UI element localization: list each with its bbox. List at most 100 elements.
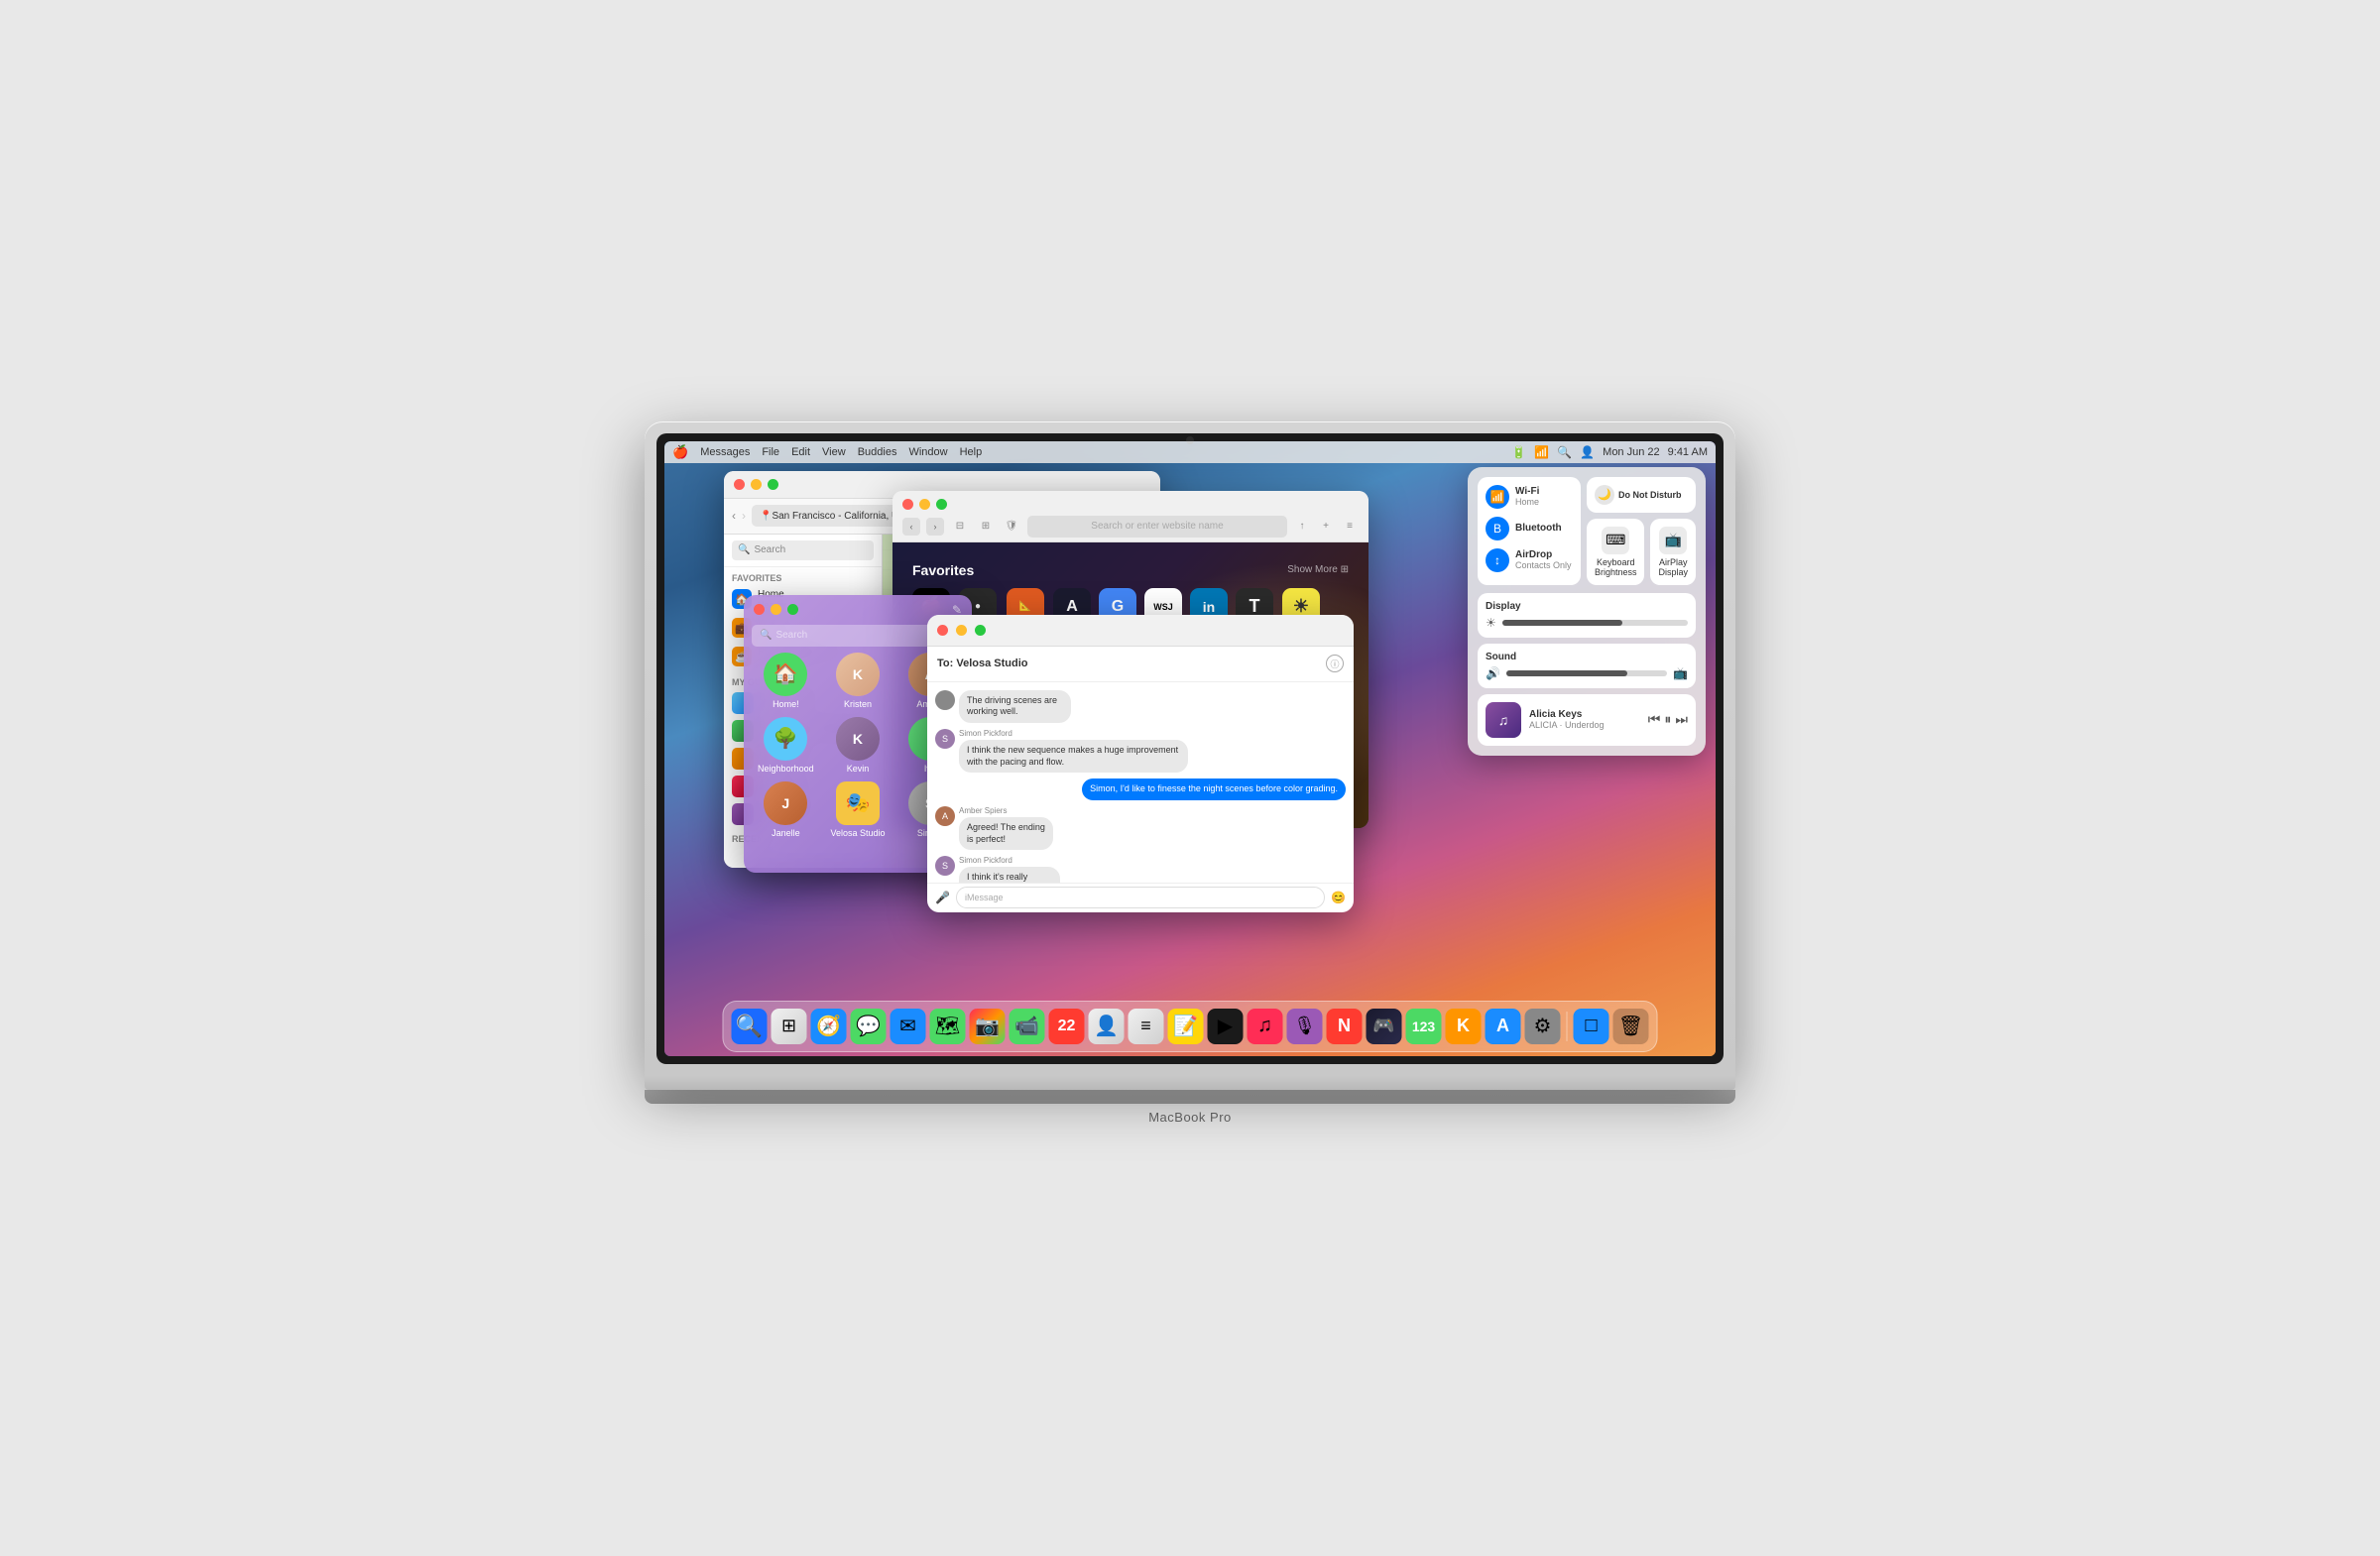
maps-search-bar: 🔍 Search — [724, 535, 882, 567]
messages-min-btn[interactable] — [956, 625, 967, 636]
menubar-file[interactable]: File — [762, 446, 779, 458]
contact-kristen-avatar: K — [836, 653, 880, 696]
cc-brightness-track[interactable] — [1502, 620, 1688, 626]
dock-maps[interactable]: 🗺 — [930, 1009, 966, 1044]
apple-menu[interactable]: 🍎 — [672, 444, 688, 460]
menubar-view[interactable]: View — [822, 446, 846, 458]
contact-velosa-name: Velosa Studio — [830, 828, 885, 838]
cc-next-btn[interactable]: ⏭ — [1675, 711, 1688, 728]
contacts-search-placeholder: Search — [775, 630, 807, 641]
maps-search-placeholder: Search — [754, 544, 785, 555]
cc-keyboard-btn[interactable]: ⌨ Keyboard Brightness — [1587, 519, 1645, 585]
menubar-app-name[interactable]: Messages — [700, 446, 750, 458]
safari-min-btn[interactable] — [919, 499, 930, 510]
dock-mail[interactable]: ✉ — [891, 1009, 926, 1044]
dock-launchpad[interactable]: ⊞ — [772, 1009, 807, 1044]
cc-dnd-module[interactable]: 🌙 Do Not Disturb — [1587, 477, 1696, 513]
maps-forward-icon[interactable]: › — [742, 509, 746, 523]
cc-bluetooth-item[interactable]: B Bluetooth — [1486, 517, 1573, 540]
contact-cell-neighborhood[interactable]: 🌳 Neighborhood — [754, 717, 818, 774]
cc-dnd-content: 🌙 Do Not Disturb — [1595, 485, 1688, 505]
search-icon[interactable]: 🔍 — [1557, 445, 1572, 459]
wifi-icon[interactable]: 📶 — [1534, 445, 1549, 459]
cc-small-btns: ⌨ Keyboard Brightness 📺 AirPlay Display — [1587, 519, 1696, 585]
chat-audio-btn[interactable]: 🎤 — [935, 891, 950, 904]
menubar-right: 🔋 📶 🔍 👤 Mon Jun 22 9:41 AM — [1511, 445, 1708, 459]
safari-forward-btn[interactable]: › — [926, 518, 944, 536]
contact-neighborhood-name: Neighborhood — [758, 764, 814, 774]
dock-sysprefs[interactable]: ⚙ — [1525, 1009, 1561, 1044]
safari-add-btn[interactable]: + — [1317, 518, 1335, 536]
dock-safari[interactable]: 🧭 — [811, 1009, 847, 1044]
cc-airdrop-item[interactable]: ↕ AirDrop Contacts Only — [1486, 548, 1573, 572]
menubar-buddies[interactable]: Buddies — [858, 446, 897, 458]
maps-max-btn[interactable] — [768, 479, 778, 490]
dock-podcasts[interactable]: 🎙 — [1287, 1009, 1323, 1044]
cc-sound-module: Sound 🔊 📺 — [1478, 644, 1696, 688]
user-icon[interactable]: 👤 — [1580, 445, 1595, 459]
safari-close-btn[interactable] — [902, 499, 913, 510]
contacts-max-btn[interactable] — [787, 604, 798, 615]
cc-airdrop-label: AirDrop — [1515, 549, 1573, 560]
contact-cell-home[interactable]: 🏠 Home! — [754, 653, 818, 709]
msg-avatar-1 — [935, 690, 955, 710]
dock-keynote[interactable]: K — [1446, 1009, 1482, 1044]
chat-input-field[interactable]: iMessage — [956, 887, 1325, 908]
cc-prev-btn[interactable]: ⏮ — [1648, 711, 1661, 728]
safari-favorites-title: Favorites — [912, 562, 974, 578]
safari-share-btn[interactable]: ↑ — [1293, 518, 1311, 536]
dock-photos[interactable]: 📷 — [970, 1009, 1006, 1044]
safari-address-bar[interactable]: Search or enter website name — [1027, 516, 1287, 538]
dock-finder-window[interactable]: □ — [1574, 1009, 1609, 1044]
dock-calendar[interactable]: 22 — [1049, 1009, 1085, 1044]
menubar-help[interactable]: Help — [960, 446, 983, 458]
messages-max-btn[interactable] — [975, 625, 986, 636]
dock-trash[interactable]: 🗑 — [1613, 1009, 1649, 1044]
safari-show-more-btn[interactable]: Show More ⊞ — [1287, 564, 1349, 575]
safari-sidebar-icon[interactable]: ⊟ — [950, 517, 970, 537]
cc-bluetooth-labels: Bluetooth — [1515, 523, 1573, 534]
safari-back-btn[interactable]: ‹ — [902, 518, 920, 536]
safari-shield-icon[interactable]: 🛡 — [1002, 517, 1021, 537]
control-center[interactable]: 📶 Wi-Fi Home B Bluetooth — [1468, 467, 1706, 756]
chat-info-btn[interactable]: ⓘ — [1326, 655, 1344, 672]
dock-contacts[interactable]: 👤 — [1089, 1009, 1125, 1044]
messages-window[interactable]: To: Velosa Studio ⓘ The driving scenes a… — [927, 615, 1354, 912]
cc-volume-track[interactable] — [1506, 670, 1667, 676]
dock-notes[interactable]: 📝 — [1168, 1009, 1204, 1044]
maps-back-icon[interactable]: ‹ — [732, 509, 736, 523]
messages-close-btn[interactable] — [937, 625, 948, 636]
cc-network-module: 📶 Wi-Fi Home B Bluetooth — [1478, 477, 1581, 585]
dock-finder[interactable]: 🔍 — [732, 1009, 768, 1044]
maps-search-input[interactable]: 🔍 Search — [732, 540, 874, 560]
dock-arcade[interactable]: 🎮 — [1367, 1009, 1402, 1044]
menubar-edit[interactable]: Edit — [791, 446, 810, 458]
contact-cell-kristen[interactable]: K Kristen — [826, 653, 891, 709]
contact-cell-janelle[interactable]: J Janelle — [754, 781, 818, 838]
cc-airplay-sound-icon[interactable]: 📺 — [1673, 666, 1688, 680]
maps-close-btn[interactable] — [734, 479, 745, 490]
contacts-min-btn[interactable] — [771, 604, 781, 615]
menubar-window[interactable]: Window — [908, 446, 947, 458]
dock-reminders[interactable]: ≡ — [1129, 1009, 1164, 1044]
contacts-close-btn[interactable] — [754, 604, 765, 615]
dock-messages[interactable]: 💬 — [851, 1009, 887, 1044]
chat-emoji-btn[interactable]: 😊 — [1331, 891, 1346, 904]
maps-min-btn[interactable] — [751, 479, 762, 490]
contact-cell-velosa[interactable]: 🎭 Velosa Studio — [826, 781, 891, 838]
cc-music-module[interactable]: ♫ Alicia Keys ALICIA · Underdog ⏮ ⏸ ⏭ — [1478, 694, 1696, 746]
dock-music[interactable]: ♫ — [1248, 1009, 1283, 1044]
dock-tv[interactable]: ▶ — [1208, 1009, 1244, 1044]
dock-numbers[interactable]: 123 — [1406, 1009, 1442, 1044]
safari-max-btn[interactable] — [936, 499, 947, 510]
dock-appstore[interactable]: A — [1486, 1009, 1521, 1044]
chat-messages: The driving scenes are working well. S S… — [927, 682, 1354, 883]
cc-wifi-item[interactable]: 📶 Wi-Fi Home — [1486, 485, 1573, 509]
dock-news[interactable]: N — [1327, 1009, 1363, 1044]
dock-facetime[interactable]: 📹 — [1010, 1009, 1045, 1044]
safari-reader-btn[interactable]: ≡ — [1341, 518, 1359, 536]
cc-play-btn[interactable]: ⏸ — [1664, 711, 1671, 728]
contact-cell-kevin[interactable]: K Kevin — [826, 717, 891, 774]
safari-tab-icon[interactable]: ⊞ — [976, 517, 996, 537]
cc-airplay-btn[interactable]: 📺 AirPlay Display — [1650, 519, 1696, 585]
